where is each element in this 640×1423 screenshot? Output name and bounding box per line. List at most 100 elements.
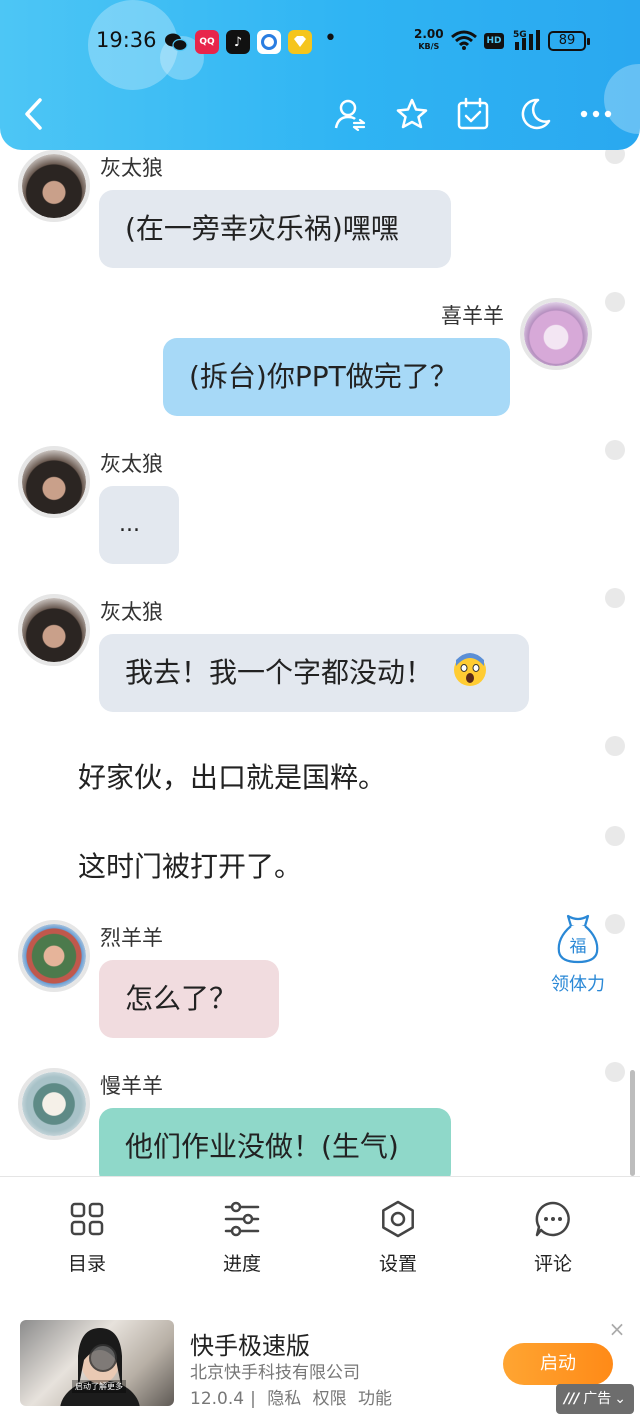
paragraph-comment-dot[interactable] bbox=[605, 826, 625, 846]
wifi-icon bbox=[450, 29, 478, 55]
more-button[interactable] bbox=[576, 94, 616, 134]
message-bubble[interactable]: 怎么了？ bbox=[99, 960, 279, 1038]
speaker-name: 慢羊羊 bbox=[100, 1074, 163, 1098]
wechat-icon bbox=[164, 30, 188, 54]
toolbar-label: 评论 bbox=[533, 1253, 572, 1275]
calendar-icon bbox=[457, 97, 489, 130]
signal-icon: 5G bbox=[513, 28, 543, 56]
chat-message: 灰太狼 (在一旁幸灾乐祸)嘿嘿 bbox=[0, 150, 640, 280]
reader-app-icon bbox=[288, 30, 312, 54]
paragraph-comment-dot[interactable] bbox=[605, 1062, 625, 1082]
paragraph-comment-dot[interactable] bbox=[605, 736, 625, 756]
ad-launch-button[interactable]: 启动 bbox=[503, 1343, 613, 1385]
narration-text[interactable]: 好家伙，出口就是国粹。 bbox=[78, 756, 386, 796]
scream-emoji-icon bbox=[452, 640, 488, 686]
shopping-app-icon: QQ bbox=[195, 30, 219, 54]
message-bubble[interactable]: ... bbox=[99, 486, 179, 564]
message-text: 我去！我一个字都没动！ bbox=[125, 656, 434, 689]
ad-app-title[interactable]: 快手极速版 bbox=[190, 1326, 310, 1361]
toolbar-label: 目录 bbox=[67, 1253, 106, 1275]
fu-glyph: 福 bbox=[570, 937, 587, 957]
bookmark-star-button[interactable] bbox=[392, 94, 432, 134]
back-button[interactable] bbox=[14, 94, 54, 134]
speaker-name: 灰太狼 bbox=[100, 452, 163, 476]
switch-user-button[interactable] bbox=[330, 94, 370, 134]
avatar-fit-goat[interactable] bbox=[18, 920, 90, 992]
paragraph-comment-dot[interactable] bbox=[605, 292, 625, 312]
chat-scrollbar[interactable] bbox=[630, 1070, 635, 1176]
moon-icon bbox=[521, 98, 551, 130]
avatar-slow-goat[interactable] bbox=[18, 1068, 90, 1140]
toolbar-label: 设置 bbox=[378, 1253, 417, 1275]
ad-thumbnail[interactable]: 启动了解更多 bbox=[20, 1320, 174, 1406]
chat-message: 慢羊羊 他们作业没做！(生气) bbox=[0, 1068, 640, 1176]
hd-badge: HD bbox=[484, 33, 504, 49]
network-speed-value: 2.00 bbox=[414, 27, 444, 41]
chat-message: 灰太狼 我去！我一个字都没动！ bbox=[0, 594, 640, 724]
network-speed-unit: KB/S bbox=[418, 42, 440, 51]
ad-thumbnail-caption: 启动了解更多 bbox=[72, 1380, 126, 1393]
paragraph-comment-dot[interactable] bbox=[605, 914, 625, 934]
night-mode-button[interactable] bbox=[515, 94, 555, 134]
ad-close-icon[interactable]: × bbox=[606, 1318, 628, 1340]
avatar-grey-wolf[interactable] bbox=[18, 446, 90, 518]
narration-text[interactable]: 这时门被打开了。 bbox=[78, 845, 302, 885]
speaker-name: 灰太狼 bbox=[100, 600, 163, 624]
ad-company: 北京快手科技有限公司 bbox=[190, 1363, 360, 1383]
avatar-grey-wolf[interactable] bbox=[18, 150, 90, 222]
top-header: 19:36 QQ ♪ • 2.00 KB/S HD 5G 89 bbox=[0, 0, 640, 150]
chat-message: 灰太狼 ... bbox=[0, 446, 640, 576]
lucky-bag-icon: 福 bbox=[557, 914, 599, 964]
more-notifications-icon: • bbox=[324, 26, 337, 51]
chevron-down-icon: ⌄ bbox=[614, 1391, 627, 1407]
ad-badge-label: 广告 bbox=[583, 1391, 612, 1407]
ad-banner[interactable]: 启动了解更多 快手极速版 北京快手科技有限公司 12.0.4 | 隐私 权限 功能… bbox=[0, 1298, 640, 1423]
speaker-name: 喜羊羊 bbox=[441, 304, 504, 328]
toolbar-catalog[interactable]: 目录 bbox=[37, 1199, 137, 1276]
message-bubble[interactable]: (拆台)你PPT做完了？ bbox=[163, 338, 510, 416]
browser-app-icon bbox=[257, 30, 281, 54]
chat-message: 烈羊羊 怎么了？ bbox=[0, 920, 640, 1050]
settings-icon bbox=[378, 1199, 418, 1239]
paragraph-comment-dot[interactable] bbox=[605, 440, 625, 460]
ad-privacy-link[interactable]: 隐私 bbox=[267, 1389, 301, 1409]
more-icon bbox=[580, 110, 612, 118]
ad-divider: | bbox=[250, 1389, 256, 1409]
toolbar-label: 进度 bbox=[222, 1253, 261, 1275]
ad-badge[interactable]: ///广告 ⌄ bbox=[556, 1384, 634, 1414]
speaker-name: 灰太狼 bbox=[100, 156, 163, 180]
status-bar: 19:36 QQ ♪ • 2.00 KB/S HD 5G 89 bbox=[0, 22, 640, 62]
tiktok-icon: ♪ bbox=[226, 30, 250, 54]
status-time: 19:36 bbox=[96, 28, 157, 52]
claim-stamina-widget[interactable]: 福 领体力 bbox=[548, 912, 608, 996]
ad-features-link[interactable]: 功能 bbox=[358, 1389, 392, 1409]
ad-permissions-link[interactable]: 权限 bbox=[313, 1389, 347, 1409]
ad-logo-icon: /// bbox=[563, 1391, 580, 1407]
claim-stamina-label: 领体力 bbox=[551, 974, 605, 995]
battery-indicator: 89 bbox=[548, 31, 590, 51]
star-icon bbox=[396, 98, 428, 129]
toolbar-progress[interactable]: 进度 bbox=[192, 1199, 292, 1276]
network-speed: 2.00 KB/S bbox=[414, 27, 444, 52]
ad-version: 12.0.4 bbox=[190, 1389, 245, 1409]
reader-toolbar: 目录 进度 设置 评论 bbox=[0, 1176, 640, 1298]
message-bubble[interactable]: 我去！我一个字都没动！ bbox=[99, 634, 529, 712]
avatar-pleasant-goat[interactable] bbox=[520, 298, 592, 370]
progress-icon bbox=[222, 1199, 262, 1239]
avatar-grey-wolf[interactable] bbox=[18, 594, 90, 666]
ad-meta: 12.0.4 | 隐私 权限 功能 bbox=[190, 1384, 398, 1409]
message-bubble[interactable]: 他们作业没做！(生气) bbox=[99, 1108, 451, 1176]
ad-thumbnail-image bbox=[60, 1328, 140, 1406]
speaker-name: 烈羊羊 bbox=[100, 926, 163, 950]
switch-user-icon bbox=[334, 99, 366, 131]
toolbar-settings[interactable]: 设置 bbox=[348, 1199, 448, 1276]
comment-icon bbox=[533, 1199, 573, 1239]
chat-story-area[interactable]: 灰太狼 (在一旁幸灾乐祸)嘿嘿 喜羊羊 (拆台)你PPT做完了？ 灰太狼 ...… bbox=[0, 150, 640, 1176]
message-bubble[interactable]: (在一旁幸灾乐祸)嘿嘿 bbox=[99, 190, 451, 268]
back-icon bbox=[25, 98, 42, 130]
chat-message: 喜羊羊 (拆台)你PPT做完了？ bbox=[0, 298, 640, 428]
toolbar-comments[interactable]: 评论 bbox=[503, 1199, 603, 1276]
reader-nav-bar bbox=[0, 90, 640, 140]
checkin-calendar-button[interactable] bbox=[453, 94, 493, 134]
paragraph-comment-dot[interactable] bbox=[605, 588, 625, 608]
